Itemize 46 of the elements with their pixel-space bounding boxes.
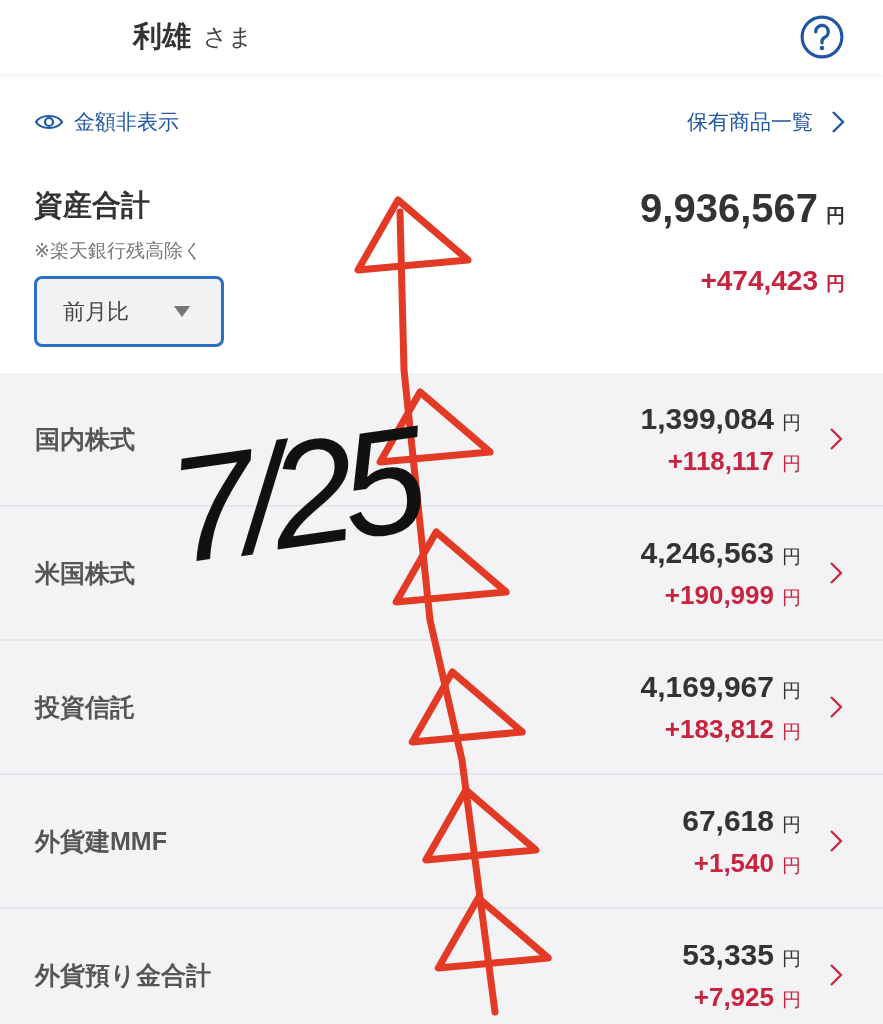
dropdown-arrow-icon <box>173 305 191 318</box>
asset-amount: 1,399,084 <box>640 401 774 436</box>
yen-unit: 円 <box>782 678 801 703</box>
asset-change: +118,117 <box>667 445 774 477</box>
asset-name: 外貨建MMF <box>35 825 168 857</box>
chevron-right-icon <box>829 561 843 585</box>
holdings-link[interactable]: 保有商品一覧 <box>687 108 845 136</box>
chevron-right-icon <box>831 110 845 134</box>
asset-change: +190,999 <box>664 579 774 611</box>
user-name: 利雄 <box>133 19 191 54</box>
yen-unit: 円 <box>826 272 845 296</box>
asset-amount: 4,169,967 <box>640 669 774 704</box>
yen-unit: 円 <box>782 946 801 971</box>
chevron-right-icon <box>829 829 843 853</box>
yen-unit: 円 <box>782 987 801 1012</box>
yen-unit: 円 <box>782 812 801 837</box>
yen-unit: 円 <box>782 451 801 476</box>
yen-unit: 円 <box>826 204 845 228</box>
asset-name: 国内株式 <box>35 423 136 455</box>
asset-name: 米国株式 <box>35 557 136 589</box>
asset-change: +1,540 <box>693 847 774 879</box>
chevron-right-icon <box>829 695 843 719</box>
yen-unit: 円 <box>782 544 801 569</box>
asset-amount: 53,335 <box>682 937 774 972</box>
handwritten-date: 7/25 <box>160 403 424 587</box>
hide-amounts-toggle[interactable]: 金額非表示 <box>34 108 179 136</box>
help-icon[interactable] <box>799 14 845 60</box>
yen-unit: 円 <box>782 853 801 878</box>
yen-unit: 円 <box>782 585 801 610</box>
comparison-dropdown[interactable]: 前月比 <box>34 276 224 347</box>
eye-icon <box>34 112 64 132</box>
asset-change: +7,925 <box>693 981 774 1013</box>
asset-amount: 4,246,563 <box>640 535 774 570</box>
chevron-right-icon <box>829 963 843 987</box>
total-change: +474,423 <box>700 265 818 297</box>
total-amount: 9,936,567 <box>640 186 818 231</box>
asset-name: 投資信託 <box>35 691 136 723</box>
asset-amount: 67,618 <box>682 803 774 838</box>
total-assets-label: 資産合計 <box>34 188 151 223</box>
asset-name: 外貨預り金合計 <box>35 959 212 991</box>
chevron-right-icon <box>829 427 843 451</box>
honorific: さま <box>203 22 253 52</box>
yen-unit: 円 <box>782 410 801 435</box>
yen-unit: 円 <box>782 719 801 744</box>
note-text: ※楽天銀行残高除く <box>34 239 203 263</box>
asset-change: +183,812 <box>664 713 774 745</box>
